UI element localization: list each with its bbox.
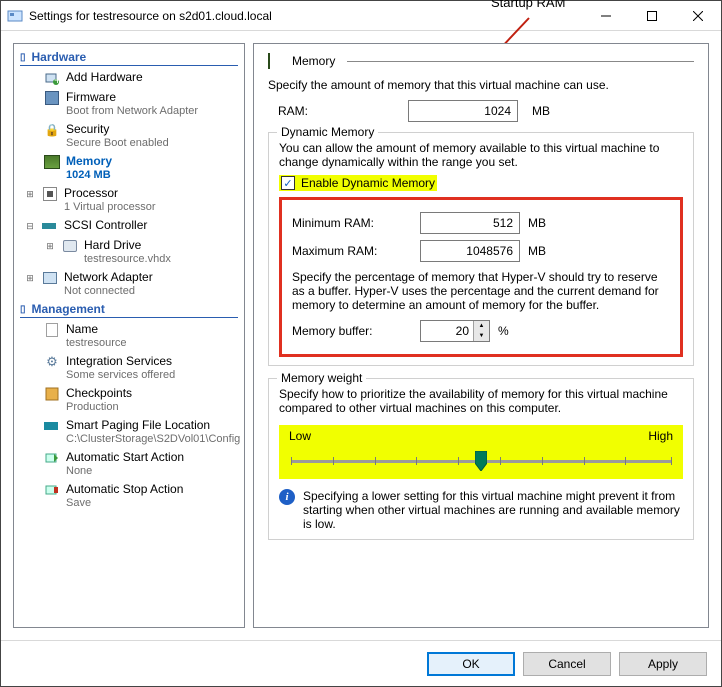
max-ram-label: Maximum RAM: — [292, 244, 412, 258]
slider-low-label: Low — [289, 429, 311, 443]
enable-dynamic-memory-checkbox[interactable]: ✓ — [281, 176, 295, 190]
ram-input[interactable] — [408, 100, 518, 122]
firmware-icon — [44, 90, 60, 106]
settings-tree[interactable]: ▯ Hardware + Add Hardware FirmwareBoot f… — [13, 43, 245, 628]
tree-firmware[interactable]: FirmwareBoot from Network Adapter — [14, 88, 244, 120]
close-button[interactable] — [675, 1, 721, 31]
min-ram-input[interactable] — [420, 212, 520, 234]
ram-unit: MB — [532, 104, 550, 118]
cancel-button[interactable]: Cancel — [523, 652, 611, 676]
svg-text:+: + — [54, 73, 60, 86]
auto-stop-icon — [44, 482, 60, 498]
buffer-spinner[interactable]: ▲▼ — [473, 321, 489, 341]
checkpoints-icon — [44, 386, 60, 402]
ok-button[interactable]: OK — [427, 652, 515, 676]
tree-hard-drive[interactable]: ⊞ Hard Drivetestresource.vhdx — [14, 236, 244, 268]
panel-title: Memory — [292, 54, 335, 68]
memory-weight-group: Memory weight Specify how to prioritize … — [268, 378, 694, 540]
lock-icon: 🔒 — [44, 122, 60, 138]
scsi-icon — [42, 218, 58, 234]
gear-icon: ⚙ — [44, 354, 60, 370]
slider-thumb[interactable] — [475, 451, 487, 471]
ram-label: RAM: — [278, 104, 328, 118]
expand-icon[interactable]: ⊞ — [24, 271, 36, 285]
slider-high-label: High — [648, 429, 673, 443]
window-title: Settings for testresource on s2d01.cloud… — [29, 9, 272, 23]
hard-drive-icon — [62, 238, 78, 254]
settings-window: Settings for testresource on s2d01.cloud… — [0, 0, 722, 687]
buffer-unit: % — [498, 324, 509, 338]
memory-icon — [44, 154, 60, 170]
network-icon — [42, 270, 58, 286]
section-hardware: ▯ Hardware — [20, 50, 238, 66]
max-ram-unit: MB — [528, 244, 546, 258]
tree-integration-services[interactable]: ⚙ Integration ServicesSome services offe… — [14, 352, 244, 384]
settings-detail-panel: Memory Specify the amount of memory that… — [253, 43, 709, 628]
tree-auto-stop[interactable]: Automatic Stop ActionSave — [14, 480, 244, 512]
tree-smart-paging[interactable]: Smart Paging File LocationC:\ClusterStor… — [14, 416, 244, 448]
tree-network-adapter[interactable]: ⊞ Network AdapterNot connected — [14, 268, 244, 300]
app-icon — [7, 8, 23, 24]
memory-icon — [268, 54, 284, 68]
buffer-label: Memory buffer: — [292, 324, 412, 338]
info-icon: i — [279, 489, 295, 505]
collapse-icon[interactable]: ▯ — [20, 304, 26, 315]
titlebar: Settings for testresource on s2d01.cloud… — [1, 1, 721, 31]
maximize-button[interactable] — [629, 1, 675, 31]
highlighted-dynamic-settings: Minimum RAM: MB Maximum RAM: MB Specify … — [279, 197, 683, 357]
section-management: ▯ Management — [20, 302, 238, 318]
max-ram-input[interactable] — [420, 240, 520, 262]
memory-weight-legend: Memory weight — [277, 371, 366, 385]
enable-dynamic-memory-label: Enable Dynamic Memory — [301, 176, 435, 190]
collapse-icon[interactable]: ▯ — [20, 52, 26, 63]
tree-memory[interactable]: Memory1024 MB — [14, 152, 244, 184]
add-hardware-icon: + — [44, 70, 60, 86]
apply-button[interactable]: Apply — [619, 652, 707, 676]
processor-icon — [42, 186, 58, 202]
dynamic-memory-group: Dynamic Memory You can allow the amount … — [268, 132, 694, 366]
tree-security[interactable]: 🔒 SecuritySecure Boot enabled — [14, 120, 244, 152]
dialog-button-bar: OK Cancel Apply — [1, 640, 721, 686]
smart-paging-icon — [44, 418, 60, 434]
auto-start-icon — [44, 450, 60, 466]
minimize-button[interactable] — [583, 1, 629, 31]
collapse-icon[interactable]: ⊟ — [24, 219, 36, 233]
name-icon — [44, 322, 60, 338]
memory-weight-info-text: Specifying a lower setting for this virt… — [303, 489, 683, 531]
dynamic-memory-intro: You can allow the amount of memory avail… — [279, 141, 683, 169]
memory-weight-intro: Specify how to prioritize the availabili… — [279, 387, 683, 415]
tree-auto-start[interactable]: Automatic Start ActionNone — [14, 448, 244, 480]
tree-add-hardware[interactable]: + Add Hardware — [14, 68, 244, 88]
memory-intro-text: Specify the amount of memory that this v… — [268, 78, 694, 92]
min-ram-label: Minimum RAM: — [292, 216, 412, 230]
tree-scsi-controller[interactable]: ⊟ SCSI Controller — [14, 216, 244, 236]
annotation-startup-ram: Startup RAM — [491, 0, 565, 10]
min-ram-unit: MB — [528, 216, 546, 230]
buffer-intro-text: Specify the percentage of memory that Hy… — [292, 270, 670, 312]
tree-name[interactable]: Nametestresource — [14, 320, 244, 352]
tree-checkpoints[interactable]: CheckpointsProduction — [14, 384, 244, 416]
expand-icon[interactable]: ⊞ — [44, 239, 56, 253]
tree-processor[interactable]: ⊞ Processor1 Virtual processor — [14, 184, 244, 216]
memory-weight-slider[interactable] — [291, 451, 671, 471]
dynamic-memory-legend: Dynamic Memory — [277, 125, 378, 139]
expand-icon[interactable]: ⊞ — [24, 187, 36, 201]
